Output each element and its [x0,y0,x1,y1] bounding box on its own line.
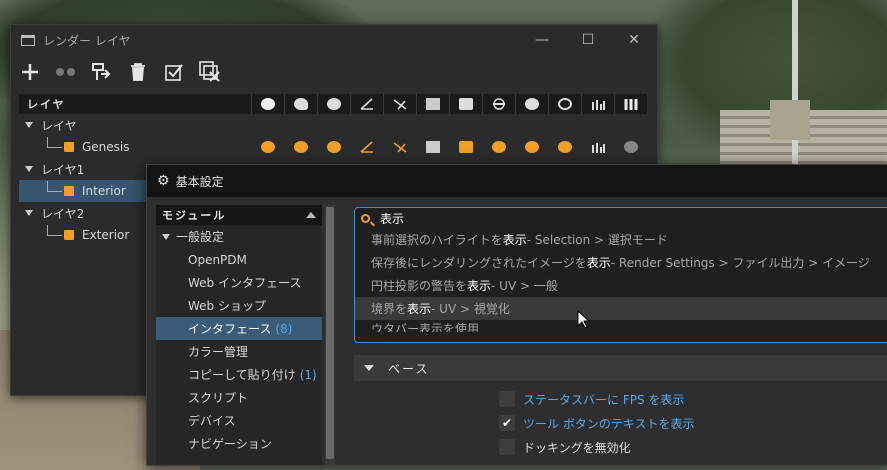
link-layers-icon[interactable] [53,59,79,85]
module-item-navigation[interactable]: ナビゲーション [156,432,322,455]
axis-toggle-icon[interactable] [350,137,383,157]
object-icon [64,186,74,196]
layer-name: レイヤ [41,118,77,133]
visibility-toggle-icon[interactable] [251,137,284,157]
search-panel: 事前選択のハイライトを表示 - Selection > 選択モード 保存後にレン… [354,207,887,343]
expand-caret-icon[interactable] [25,122,33,128]
material-toggle-icon[interactable] [449,137,482,157]
checkbox[interactable] [499,439,515,455]
layer-name: Exterior [82,228,130,242]
columns-column-icon[interactable] [614,94,647,114]
search-result[interactable]: 保存後にレンダリングされたイメージを 表示 - Render Settings >… [355,251,887,274]
shadow-column-icon[interactable] [317,94,350,114]
scrollbar-thumb[interactable] [326,207,334,459]
expand-caret-icon[interactable] [25,166,33,172]
section-toggle-icon[interactable] [482,137,515,157]
material-column-icon[interactable] [449,94,482,114]
refraction-column-icon[interactable] [548,94,581,114]
module-item-color-management[interactable]: カラー管理 [156,340,322,363]
close-button[interactable]: ✕ [611,32,657,48]
search-icon [361,213,370,223]
layer-row[interactable]: Genesis [19,136,647,158]
trash-icon[interactable] [125,59,151,85]
window-icon [21,34,35,46]
collapse-caret-icon[interactable] [364,365,374,371]
stats-toggle-icon[interactable] [581,137,614,157]
reflection-column-icon[interactable] [515,94,548,114]
render-visibility-column-icon[interactable] [284,94,317,114]
module-item-interface[interactable]: インタフェース (8) [156,317,322,340]
search-input[interactable] [378,210,782,226]
module-item-openpdm[interactable]: OpenPDM [156,248,322,271]
layer-table-header: レイヤ [19,94,647,114]
checkbox-checked[interactable]: ✔ [499,415,515,431]
preferences-titlebar[interactable]: ⚙ 基本設定 [147,165,887,197]
module-list: モジュール 一般設定 OpenPDM Web インタフェース Web ショップ … [156,205,322,465]
layer-column-header: レイヤ [27,98,66,111]
object-icon [64,142,74,152]
assign-layer-icon[interactable] [89,59,115,85]
checkbox-icon[interactable] [161,59,187,85]
option-show-fps[interactable]: ステータスバーに FPS を表示 [499,387,694,411]
module-item-web-interface[interactable]: Web インタフェース [156,271,322,294]
section-header-base[interactable]: ベース [354,355,887,381]
gear-icon: ⚙ [157,173,170,189]
object-toggle-icon[interactable] [416,137,449,157]
object-column-icon[interactable] [416,94,449,114]
expand-caret-icon[interactable] [25,210,33,216]
search-result-partial[interactable]: ウタバー表示を使用 [355,320,887,332]
clip-column-icon[interactable] [383,94,416,114]
search-result[interactable]: 事前選択のハイライトを 表示 - Selection > 選択モード [355,228,887,251]
sphere-toggle-icon[interactable] [614,137,647,157]
layer-row[interactable]: レイヤ [19,114,647,136]
refraction-toggle-icon[interactable] [548,137,581,157]
layer-name: レイヤ2 [41,206,85,221]
preferences-title: 基本設定 [175,174,224,189]
options-list: ステータスバーに FPS を表示 ✔ ツール ボタンのテキストを表示 ドッキング… [499,387,694,459]
clip-toggle-icon[interactable] [383,137,416,157]
sort-up-icon[interactable] [306,212,316,218]
module-item-script[interactable]: スクリプト [156,386,322,409]
layer-name: Interior [82,184,126,198]
render-toggle-icon[interactable] [284,137,317,157]
layer-name: Genesis [82,140,130,154]
axis-column-icon[interactable] [350,94,383,114]
checkbox[interactable] [499,391,515,407]
option-disable-docking[interactable]: ドッキングを無効化 [499,435,694,459]
minimize-button[interactable]: — [519,32,565,48]
search-result[interactable]: 円柱投影の警告を 表示 - UV > 一般 [355,274,887,297]
section-column-icon[interactable] [482,94,515,114]
match-count: (1) [299,367,317,382]
option-tool-button-text[interactable]: ✔ ツール ボタンのテキストを表示 [499,411,694,435]
object-icon [64,230,74,240]
stats-column-icon[interactable] [581,94,614,114]
preferences-dialog: ⚙ 基本設定 モジュール 一般設定 OpenPDM Web インタフェース We… [146,164,887,466]
maximize-button[interactable]: ☐ [565,32,611,48]
module-scrollbar[interactable] [325,205,335,465]
layer-window-title: レンダー レイヤ [43,33,131,48]
visibility-column-icon[interactable] [251,94,284,114]
module-item-web-shop[interactable]: Web ショップ [156,294,322,317]
layer-toolbar [11,55,657,89]
layer-window-titlebar[interactable]: レンダー レイヤ — ☐ ✕ [11,25,657,55]
mouse-cursor-icon [577,310,591,329]
match-count: (8) [275,321,293,336]
module-group-general[interactable]: 一般設定 [156,225,322,248]
module-list-header[interactable]: モジュール [156,205,322,225]
module-item-copy-paste[interactable]: コピーして貼り付け (1) [156,363,322,386]
search-result-hovered[interactable]: 境界を 表示 - UV > 視覚化 [355,297,887,320]
add-layer-icon[interactable] [17,59,43,85]
search-box[interactable] [355,208,887,228]
layer-name: レイヤ1 [41,162,85,177]
clear-selection-icon[interactable] [197,59,223,85]
collapse-caret-icon[interactable] [162,233,170,240]
module-item-devices[interactable]: デバイス [156,409,322,432]
shadow-toggle-icon[interactable] [317,137,350,157]
reflection-toggle-icon[interactable] [515,137,548,157]
